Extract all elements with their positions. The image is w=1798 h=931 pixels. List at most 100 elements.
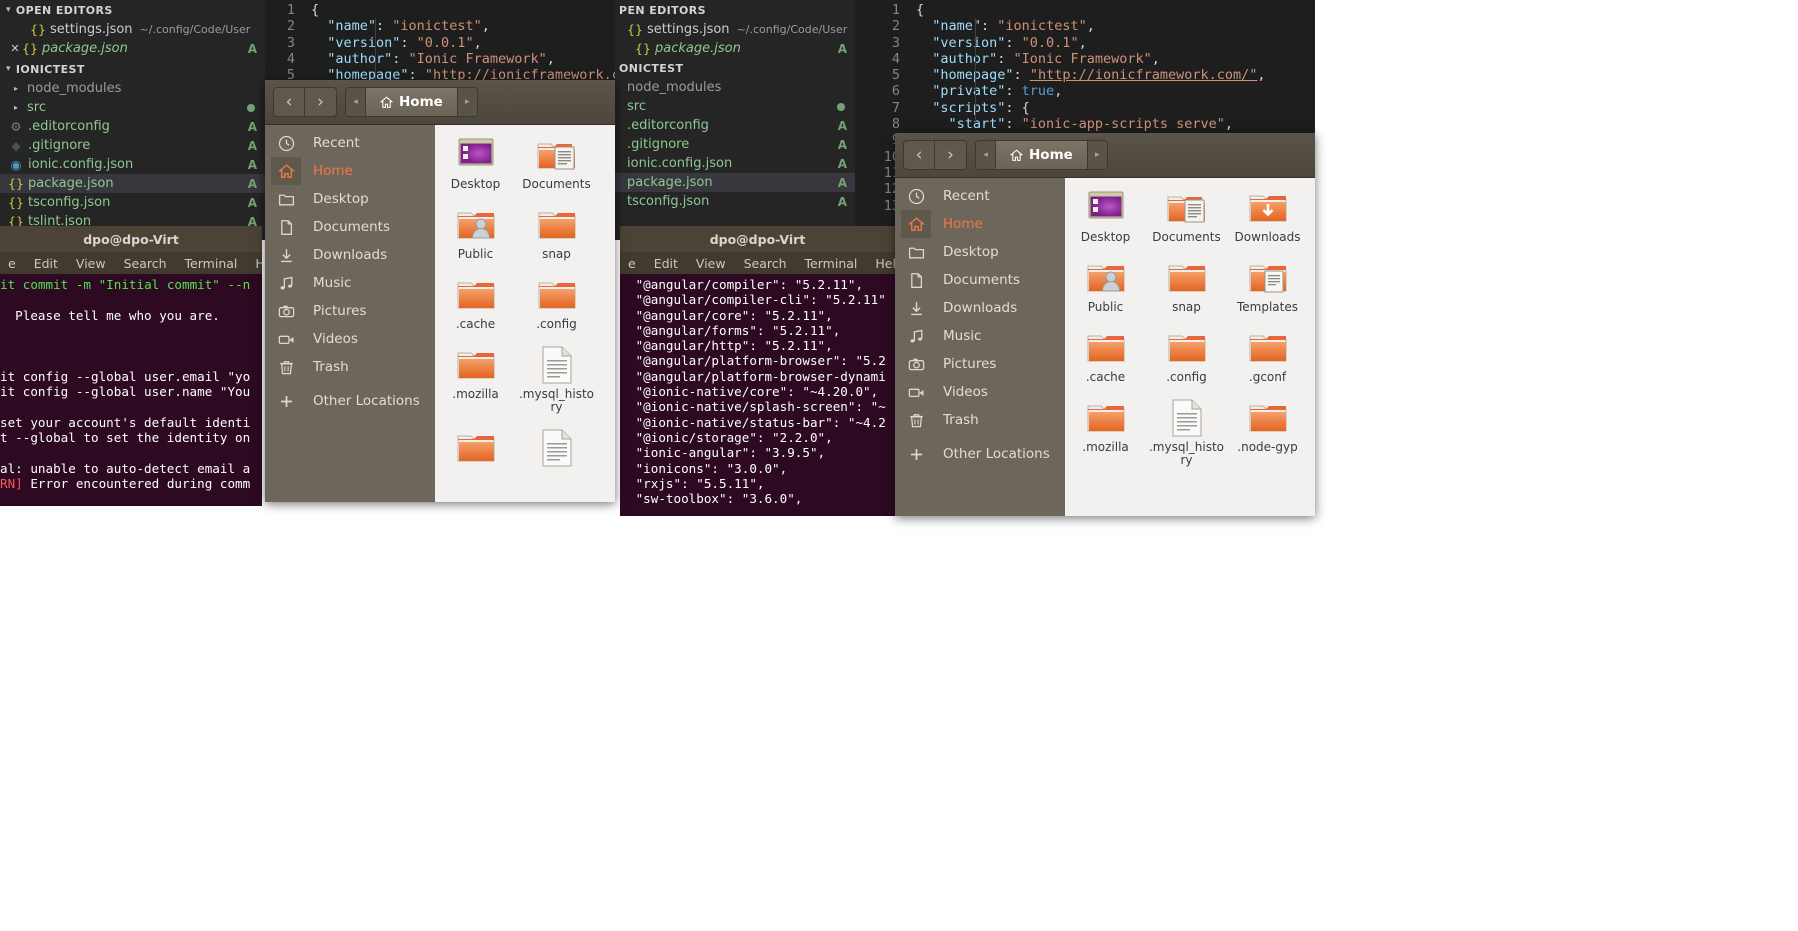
place-item-videos[interactable]: Videos <box>265 325 435 353</box>
place-label: Other Locations <box>313 393 420 409</box>
file-item[interactable]: Public <box>1065 258 1146 314</box>
place-item-other-locations[interactable]: Other Locations <box>895 440 1065 468</box>
file-item[interactable]: snap <box>1146 258 1227 314</box>
menu-view[interactable]: View <box>76 256 106 271</box>
file-item[interactable]: Documents <box>516 135 597 191</box>
back-button[interactable]: ‹ <box>904 141 935 169</box>
file-grid-right[interactable]: Desktop Documents Downloads Public snap Templ… <box>1065 178 1315 516</box>
place-item-videos[interactable]: Videos <box>895 378 1065 406</box>
menu-help[interactable]: Help <box>875 256 895 271</box>
file-item[interactable]: .mozilla <box>435 345 516 414</box>
place-item-trash[interactable]: Trash <box>895 406 1065 434</box>
file-item[interactable]: .cache <box>435 275 516 331</box>
path-scroll-right-button[interactable]: ▸ <box>1086 141 1107 169</box>
file-tree-item-tsconfig[interactable]: tsconfig.json A <box>615 192 855 211</box>
path-scroll-left-button[interactable]: ◂ <box>346 88 366 116</box>
file-item[interactable]: .node-gyp <box>1227 398 1308 467</box>
project-header[interactable]: ▾ IONICTEST <box>0 59 265 79</box>
file-tree-item-node-modules[interactable]: ▸ node_modules <box>0 79 265 98</box>
file-tree-item-src[interactable]: src <box>615 97 855 116</box>
git-status-badge: A <box>247 157 257 172</box>
open-editor-package[interactable]: ✕ {} package.json A <box>0 39 265 58</box>
place-item-downloads[interactable]: Downloads <box>895 294 1065 322</box>
place-item-pictures[interactable]: Pictures <box>895 350 1065 378</box>
close-icon[interactable]: ✕ <box>8 42 22 55</box>
menu-edit[interactable]: Edit <box>654 256 678 271</box>
menu-view[interactable]: View <box>696 256 726 271</box>
file-item[interactable]: Desktop <box>435 135 516 191</box>
file-item[interactable]: Templates <box>1227 258 1308 314</box>
file-item[interactable]: .mysql_history <box>516 345 597 414</box>
file-item[interactable]: Documents <box>1146 188 1227 244</box>
project-header[interactable]: ONICTEST <box>615 58 855 78</box>
file-name: package.json <box>28 176 114 191</box>
place-item-home[interactable]: Home <box>265 157 435 185</box>
menu-file[interactable]: e <box>628 256 636 271</box>
file-item[interactable]: .mysql_history <box>1146 398 1227 467</box>
path-current-home[interactable]: Home <box>366 88 457 116</box>
file-tree-item-ionic-config[interactable]: ◉ ionic.config.json A <box>0 155 265 174</box>
file-tree-item-package-json[interactable]: {} package.json A <box>0 174 265 193</box>
place-item-desktop[interactable]: Desktop <box>265 185 435 213</box>
terminal-menubar: e Edit View Search Terminal Help <box>620 252 895 274</box>
file-item[interactable]: .cache <box>1065 328 1146 384</box>
menu-search[interactable]: Search <box>744 256 787 271</box>
file-item[interactable]: snap <box>516 205 597 261</box>
file-item[interactable] <box>435 428 516 471</box>
file-tree-item-node-modules[interactable]: node_modules <box>615 78 855 97</box>
menu-terminal[interactable]: Terminal <box>185 256 238 271</box>
forward-button[interactable]: › <box>305 88 336 116</box>
file-tree-item-tsconfig[interactable]: {} tsconfig.json A <box>0 193 265 212</box>
open-editor-settings[interactable]: {} settings.json ~/.config/Code/User <box>615 20 855 39</box>
place-item-documents[interactable]: Documents <box>895 266 1065 294</box>
menu-search[interactable]: Search <box>124 256 167 271</box>
file-item[interactable]: .mozilla <box>1065 398 1146 467</box>
file-icon <box>454 428 498 468</box>
path-scroll-left-button[interactable]: ◂ <box>976 141 996 169</box>
menu-terminal[interactable]: Terminal <box>805 256 858 271</box>
file-tree-item-package-json[interactable]: package.json A <box>615 173 855 192</box>
file-tree-item-src[interactable]: ▸ src <box>0 98 265 117</box>
terminal-output-right[interactable]: "@angular/compiler": "5.2.11", "@angular… <box>620 274 895 516</box>
file-tree-item-editorconfig[interactable]: .editorconfig A <box>615 116 855 135</box>
menu-file[interactable]: e <box>8 256 16 271</box>
place-item-recent[interactable]: Recent <box>895 182 1065 210</box>
path-scroll-right-button[interactable]: ▸ <box>456 88 477 116</box>
place-item-desktop[interactable]: Desktop <box>895 238 1065 266</box>
place-item-recent[interactable]: Recent <box>265 129 435 157</box>
file-item[interactable]: Public <box>435 205 516 261</box>
terminal-line: "ionicons": "3.0.0", <box>628 460 788 476</box>
terminal-output-left[interactable]: it commit -m "Initial commit" --n Please… <box>0 274 262 506</box>
file-item[interactable]: .gconf <box>1227 328 1308 384</box>
menu-help[interactable]: Help <box>255 256 262 271</box>
path-current-home[interactable]: Home <box>996 141 1087 169</box>
place-item-music[interactable]: Music <box>265 269 435 297</box>
place-item-pictures[interactable]: Pictures <box>265 297 435 325</box>
video-icon <box>901 378 931 406</box>
place-item-downloads[interactable]: Downloads <box>265 241 435 269</box>
file-item[interactable]: Desktop <box>1065 188 1146 244</box>
place-item-documents[interactable]: Documents <box>265 213 435 241</box>
place-item-trash[interactable]: Trash <box>265 353 435 381</box>
file-tree-item-gitignore[interactable]: .gitignore A <box>615 135 855 154</box>
open-editor-settings[interactable]: {} settings.json ~/.config/Code/User <box>0 20 265 39</box>
file-tree-item-gitignore[interactable]: ◆ .gitignore A <box>0 136 265 155</box>
file-item[interactable] <box>516 428 597 471</box>
file-item[interactable]: Downloads <box>1227 188 1308 244</box>
menu-edit[interactable]: Edit <box>34 256 58 271</box>
file-grid-left[interactable]: Desktop Documents Public snap .cache .config.… <box>435 125 615 502</box>
file-tree-item-ionic-config[interactable]: ionic.config.json A <box>615 154 855 173</box>
file-label: .mysql_history <box>518 387 595 414</box>
file-item[interactable]: .config <box>1146 328 1227 384</box>
open-editors-header[interactable]: ▾ OPEN EDITORS <box>0 0 265 20</box>
place-item-home[interactable]: Home <box>895 210 1065 238</box>
file-tree-item-editorconfig[interactable]: ⚙ .editorconfig A <box>0 117 265 136</box>
file-item[interactable]: .config <box>516 275 597 331</box>
place-item-music[interactable]: Music <box>895 322 1065 350</box>
back-button[interactable]: ‹ <box>274 88 305 116</box>
open-editor-package[interactable]: {} package.json A <box>615 39 855 58</box>
open-editors-header[interactable]: PEN EDITORS <box>615 0 855 20</box>
place-item-other-locations[interactable]: Other Locations <box>265 387 435 415</box>
forward-button[interactable]: › <box>935 141 966 169</box>
